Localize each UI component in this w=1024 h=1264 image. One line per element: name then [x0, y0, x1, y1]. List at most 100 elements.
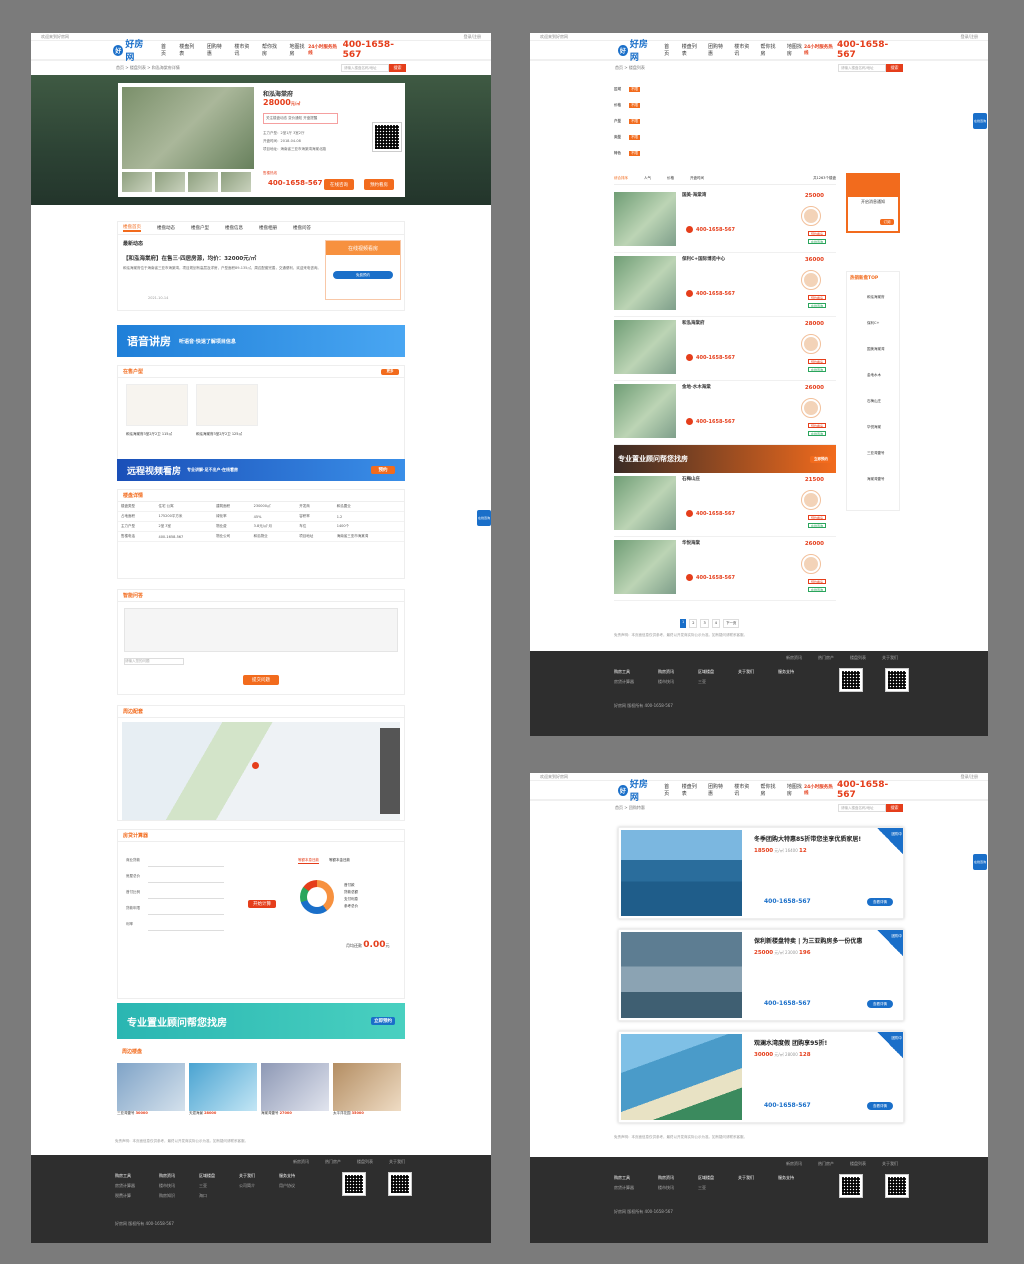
subscribe-box[interactable]: 关注楼盘动态 变价通知 开盘提醒: [263, 113, 338, 124]
phone-label: 售楼热线: [263, 171, 277, 175]
footer-links: 新房资讯 热门房产 楼盘列表 关于我们: [293, 1159, 405, 1164]
site-logo[interactable]: 好好房网: [618, 777, 654, 803]
property-item[interactable]: 石梅山庄 21500 400-1658-567 预约看房 在线咨询: [614, 473, 836, 537]
question-textarea[interactable]: [124, 608, 398, 652]
tab-home[interactable]: 楼盘首页: [123, 224, 141, 232]
view-detail-button[interactable]: 查看详情: [867, 1000, 893, 1008]
main-layout: 主力户型：2室1厅 3室2厅: [263, 131, 305, 135]
search-button[interactable]: 搜索: [886, 804, 903, 812]
book-visit-button[interactable]: 预约看房: [364, 179, 394, 190]
video-banner[interactable]: 远程视频看房 专业讲解·足不出户·在线看房 预约: [117, 459, 405, 481]
thumbnail[interactable]: [188, 172, 218, 192]
list-page: 欢迎来到好房网 登录/注册 好好房网 首页 楼盘列表 团购特惠 楼市资讯 帮你找房 地图找房…: [530, 33, 988, 736]
property-item[interactable]: 保利C+国际博览中心 36000 400-1658-567 预约看房 在线咨询: [614, 253, 836, 317]
thumbnail[interactable]: [122, 172, 152, 192]
copyright: 好房网 版权所有 400-1658-567: [115, 1221, 174, 1226]
map-toolbar[interactable]: [380, 728, 400, 814]
nav-find[interactable]: 帮你找房: [262, 43, 281, 57]
main-nav: 首页 楼盘列表 团购特惠 楼市资讯 帮你找房 地图找房: [161, 43, 308, 57]
consultant-banner[interactable]: 专业置业顾问帮您找房 立即预约: [117, 1003, 405, 1039]
nearby-card[interactable]: [117, 1063, 185, 1111]
calc-inputs[interactable]: [148, 858, 224, 938]
group-card[interactable]: 观澜水湾度假 团购享95折! 30000 元/㎡ 28000 128 400-1…: [618, 1031, 904, 1123]
search-input[interactable]: 请输入楼盘名称/地址: [838, 804, 886, 812]
logo-icon: 好: [618, 44, 628, 56]
tab-qa[interactable]: 楼盘问答: [293, 225, 311, 231]
nav-group[interactable]: 团购特惠: [207, 43, 226, 57]
project-photo[interactable]: [122, 87, 254, 169]
online-consult-badge[interactable]: 在线咨询: [973, 113, 987, 129]
address: 项目地址：海南省三亚市海棠湾海棠北路: [263, 147, 326, 151]
property-item[interactable]: 和泓海棠府 28000 400-1658-567 预约看房 在线咨询: [614, 317, 836, 381]
property-item[interactable]: 国美·海棠湾 25000 400-1658-567 预约看房 在线咨询: [614, 189, 836, 253]
thumbnail[interactable]: [221, 172, 251, 192]
news-headline[interactable]: 【和泓海棠府】在售三·四居房源，均价：32000元/㎡: [123, 254, 323, 262]
nearby-card[interactable]: [261, 1063, 329, 1111]
donut-legend: 首付款 贷款总额 支付利息 参考总价: [344, 883, 358, 908]
online-consult-button[interactable]: 在线咨询: [324, 179, 354, 190]
nav-news[interactable]: 楼市资讯: [234, 43, 253, 57]
search-input[interactable]: 请输入楼盘名称/地址: [341, 64, 389, 72]
group-card[interactable]: 保利新楼盘特卖 | 为三亚购房多一份优惠 25000 元/㎡ 23000 196…: [618, 929, 904, 1021]
news-body: 和泓海棠府位于海南省三亚市海棠湾，项目规划有高层及洋房，户型面积89-135㎡，…: [123, 266, 321, 270]
submit-question-button[interactable]: 提交问题: [243, 675, 279, 685]
site-logo[interactable]: 好好房网: [113, 37, 151, 63]
group-card[interactable]: 冬季团购大特惠85折带您坐享优质家居! 18500 元/㎡ 16400 12 4…: [618, 827, 904, 919]
login-link[interactable]: 登录/注册: [961, 34, 978, 40]
hero-section: 和泓海棠府 28000元/㎡ 关注楼盘动态 变价通知 开盘提醒 主力户型：2室1…: [31, 75, 491, 205]
qr-code: [372, 122, 402, 152]
disclaimer: 免责声明：本页面信息仅供参考，最终以开发商实际公示为准。如有疑问请联系客服。: [115, 1139, 248, 1143]
overview-section: 楼盘首页 楼盘动态 楼盘户型 楼盘信息 楼盘相册 楼盘问答 最新动态 【和泓海棠府】在售三…: [117, 221, 405, 311]
nav-map[interactable]: 地图找房: [290, 43, 309, 57]
tab-equal-payment[interactable]: 等额本息还款: [298, 858, 319, 864]
tab-info[interactable]: 楼盘信息: [225, 225, 243, 231]
search-button[interactable]: 搜索: [886, 64, 903, 72]
tab-layouts[interactable]: 楼盘户型: [191, 225, 209, 231]
login-link[interactable]: 登录/注册: [464, 34, 481, 40]
subscribe-button[interactable]: 订阅: [880, 219, 894, 225]
voice-banner[interactable]: 语音讲房 听语音·快速了解项目信息: [117, 325, 405, 357]
site-logo[interactable]: 好好房网: [618, 37, 654, 63]
view-detail-button[interactable]: 查看详情: [867, 1102, 893, 1110]
header: 好好房网 首页 楼盘列表 团购特惠 楼市资讯 帮你找房 地图找房 24小时服务热线 400-…: [530, 40, 988, 63]
detail-page: 欢迎来到好房网 登录/注册 好好房网 首页 楼盘列表 团购特惠 楼市资讯 帮你找房 地图找房…: [31, 33, 491, 1243]
search-input[interactable]: 请输入楼盘名称/地址: [838, 64, 886, 72]
view-detail-button[interactable]: 查看详情: [867, 898, 893, 906]
phone-number[interactable]: 400-1658-567: [268, 179, 323, 187]
tab-equal-principal[interactable]: 等额本金还款: [329, 858, 350, 864]
online-consult-badge[interactable]: 在线咨询: [477, 510, 491, 526]
nav-home[interactable]: 首页: [161, 43, 170, 57]
sort-bar: 综合排序 人气 价格 开盘时间 共1263个楼盘: [614, 173, 836, 185]
question-input[interactable]: 请输入您的问题: [124, 658, 184, 665]
calculate-button[interactable]: 开始计算: [248, 900, 276, 908]
hero-card: 和泓海棠府 28000元/㎡ 关注楼盘动态 变价通知 开盘提醒 主力户型：2室1…: [118, 83, 405, 197]
property-item[interactable]: 华悦海棠 26000 400-1658-567 预约看房 在线咨询: [614, 537, 836, 601]
footer-qr: [388, 1172, 412, 1196]
video-tour-card: 在线视频看房 免费预约: [325, 240, 401, 300]
footer: 新房资讯 热门房产 楼盘列表 关于我们 购房工具 房贷计算器 购房资讯 楼市快讯 区域楼盘…: [530, 651, 988, 736]
group-buy-page: 欢迎来到好房网 登录/注册 好好房网 首页 楼盘列表 团购特惠 楼市资讯 帮你找房 地图找房…: [530, 773, 988, 1243]
project-price: 28000元/㎡: [263, 98, 301, 107]
nearby-section: 周边楼盘 三亚湾壹号 30000 天涯海景 28000 海棠湾壹号 27000 …: [117, 1045, 405, 1133]
welcome-text: 欢迎来到好房网: [41, 33, 69, 39]
nav-list[interactable]: 楼盘列表: [179, 43, 198, 57]
nearby-card[interactable]: [333, 1063, 401, 1111]
property-item[interactable]: 金地·水木海棠 26000 400-1658-567 预约看房 在线咨询: [614, 381, 836, 445]
thumbnail[interactable]: [155, 172, 185, 192]
login-link[interactable]: 登录/注册: [961, 774, 978, 780]
layouts-more-button[interactable]: 更多: [381, 368, 399, 375]
consult-banner[interactable]: 专业置业顾问帮您找房 立即预约: [614, 445, 836, 473]
tab-news[interactable]: 楼盘动态: [157, 225, 175, 231]
nearby-card[interactable]: [189, 1063, 257, 1111]
layout-name: 和泓海棠府3室2厅2卫 125㎡: [196, 432, 242, 436]
tab-album[interactable]: 楼盘相册: [259, 225, 277, 231]
layout-image[interactable]: [126, 384, 188, 426]
surroundings-map[interactable]: [122, 722, 400, 820]
layout-image[interactable]: [196, 384, 258, 426]
search-button[interactable]: 搜索: [389, 64, 406, 72]
online-consult-badge[interactable]: 在线咨询: [973, 854, 987, 870]
footer: 新房资讯 热门房产 楼盘列表 关于我们 购房工具 房贷计算器 税费计算 购房资讯 楼市快讯购…: [31, 1155, 491, 1243]
info-section: 楼盘详情 楼盘类型 住宅 公寓 建筑面积 230000㎡ 开发商 和泓置业 占地面积 175…: [117, 489, 405, 579]
video-tour-button[interactable]: 免费预约: [333, 271, 393, 279]
breadcrumb: 首页 > 楼盘列表 > 和泓海棠府详情 请输入楼盘名称/地址 搜索: [31, 61, 491, 75]
